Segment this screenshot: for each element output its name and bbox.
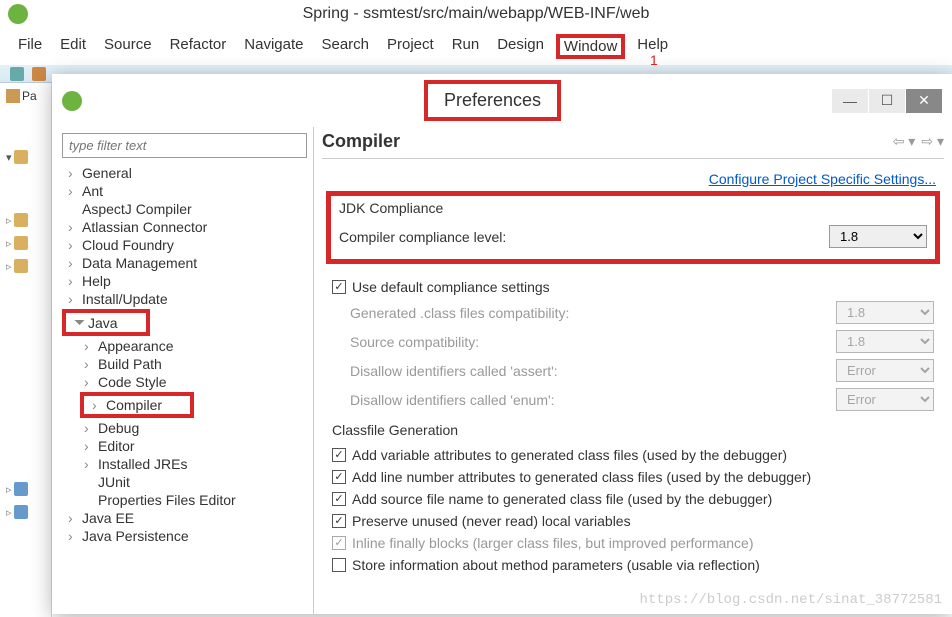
window-controls: — ☐ ✕ xyxy=(831,89,942,113)
menu-design[interactable]: Design xyxy=(491,34,550,59)
gen-class-combo: 1.8 xyxy=(836,301,934,324)
main-title-bar: Spring - ssmtest/src/main/webapp/WEB-INF… xyxy=(0,0,952,28)
menu-window[interactable]: Window xyxy=(556,34,625,59)
folder-icon xyxy=(14,150,28,164)
tree-editor[interactable]: ›Editor xyxy=(56,437,309,455)
jdk-group-label: JDK Compliance xyxy=(339,200,927,216)
package-icon xyxy=(6,89,20,103)
disallow-assert-combo: Error xyxy=(836,359,934,382)
cb-line-num-label: Add line number attributes to generated … xyxy=(352,469,934,485)
tree-help[interactable]: ›Help xyxy=(56,272,309,290)
folder-icon xyxy=(14,505,28,519)
forward-arrow-icon[interactable]: ⇨ ▾ xyxy=(921,133,944,150)
tree-build[interactable]: ›Build Path xyxy=(56,355,309,373)
compliance-combo[interactable]: 1.8 xyxy=(829,225,927,248)
menu-run[interactable]: Run xyxy=(446,34,486,59)
toolbar-icon[interactable] xyxy=(10,67,24,81)
tree-aspectj[interactable]: AspectJ Compiler xyxy=(56,200,309,218)
menu-project[interactable]: Project xyxy=(381,34,440,59)
cb-line-num[interactable] xyxy=(332,470,346,484)
compliance-label: Compiler compliance level: xyxy=(339,229,829,245)
cb-var-attrs[interactable] xyxy=(332,448,346,462)
source-compat-label: Source compatibility: xyxy=(332,334,836,350)
tree-junit[interactable]: JUnit xyxy=(56,473,309,491)
folder-icon xyxy=(14,259,28,273)
tree-javaee[interactable]: ›Java EE xyxy=(56,509,309,527)
tree-debug[interactable]: ›Debug xyxy=(56,419,309,437)
cb-preserve-unused[interactable] xyxy=(332,514,346,528)
classfile-group-label: Classfile Generation xyxy=(332,422,934,438)
package-explorer-tab[interactable]: Pa xyxy=(4,87,47,105)
toolbar-icon[interactable] xyxy=(32,67,46,81)
cb-method-params-label: Store information about method parameter… xyxy=(352,557,934,573)
tree-cloud[interactable]: ›Cloud Foundry xyxy=(56,236,309,254)
preferences-title: Preferences xyxy=(444,90,541,110)
preferences-tree: ›General ›Ant AspectJ Compiler ›Atlassia… xyxy=(52,127,314,614)
disallow-assert-label: Disallow identifiers called 'assert': xyxy=(332,363,836,379)
menu-refactor[interactable]: Refactor xyxy=(164,34,233,59)
cb-inline-label: Inline finally blocks (larger class file… xyxy=(352,535,934,551)
package-explorer-strip: Pa xyxy=(0,83,52,617)
use-default-label: Use default compliance settings xyxy=(352,279,934,295)
content-heading: Compiler xyxy=(322,131,400,152)
use-default-checkbox[interactable] xyxy=(332,280,346,294)
tree-javapersistence[interactable]: ›Java Persistence xyxy=(56,527,309,545)
maximize-button[interactable]: ☐ xyxy=(869,89,905,113)
filter-input[interactable] xyxy=(62,133,307,158)
tree-jres[interactable]: ›Installed JREs xyxy=(56,455,309,473)
tree-java[interactable]: ⏷Java xyxy=(66,313,118,332)
chevron-right-icon[interactable] xyxy=(6,235,12,250)
tree-ant[interactable]: ›Ant xyxy=(56,182,309,200)
menu-search[interactable]: Search xyxy=(315,34,375,59)
jdk-compliance-group: JDK Compliance Compiler compliance level… xyxy=(326,191,940,264)
cb-inline-finally xyxy=(332,536,346,550)
chevron-right-icon[interactable] xyxy=(6,481,12,496)
source-compat-combo: 1.8 xyxy=(836,330,934,353)
tree-compiler[interactable]: ›Compiler xyxy=(84,396,162,414)
cb-preserve-label: Preserve unused (never read) local varia… xyxy=(352,513,934,529)
tree-install[interactable]: ›Install/Update xyxy=(56,290,309,308)
chevron-down-icon[interactable] xyxy=(6,149,12,164)
main-window-title: Spring - ssmtest/src/main/webapp/WEB-INF… xyxy=(303,5,650,23)
cb-source-file-label: Add source file name to generated class … xyxy=(352,491,934,507)
menu-edit[interactable]: Edit xyxy=(54,34,92,59)
tree-codestyle[interactable]: ›Code Style xyxy=(56,373,309,391)
folder-icon xyxy=(14,482,28,496)
back-arrow-icon[interactable]: ⇦ ▾ xyxy=(893,133,916,150)
preferences-content: Compiler ⇦ ▾ ⇨ ▾ Configure Project Speci… xyxy=(314,127,952,614)
package-label: Pa xyxy=(22,89,37,103)
tree-general[interactable]: ›General xyxy=(56,164,309,182)
configure-project-link[interactable]: Configure Project Specific Settings... xyxy=(322,159,944,191)
chevron-right-icon[interactable] xyxy=(6,212,12,227)
menu-navigate[interactable]: Navigate xyxy=(238,34,309,59)
disallow-enum-label: Disallow identifiers called 'enum': xyxy=(332,392,836,408)
folder-icon xyxy=(14,236,28,250)
tree-appearance[interactable]: ›Appearance xyxy=(56,337,309,355)
disallow-enum-combo: Error xyxy=(836,388,934,411)
menu-source[interactable]: Source xyxy=(98,34,158,59)
spring-icon xyxy=(62,91,82,111)
chevron-right-icon[interactable] xyxy=(6,504,12,519)
gen-class-label: Generated .class files compatibility: xyxy=(332,305,836,321)
cb-source-file[interactable] xyxy=(332,492,346,506)
cb-method-params[interactable] xyxy=(332,558,346,572)
watermark-text: https://blog.csdn.net/sinat_38772581 xyxy=(640,592,942,608)
spring-icon xyxy=(8,4,28,24)
minimize-button[interactable]: — xyxy=(832,89,868,113)
menu-bar: File Edit Source Refactor Navigate Searc… xyxy=(0,28,952,65)
chevron-right-icon[interactable] xyxy=(6,258,12,273)
tree-propfiles[interactable]: Properties Files Editor xyxy=(56,491,309,509)
tree-atlassian[interactable]: ›Atlassian Connector xyxy=(56,218,309,236)
nav-arrows: ⇦ ▾ ⇨ ▾ xyxy=(893,133,944,150)
cb-var-attrs-label: Add variable attributes to generated cla… xyxy=(352,447,934,463)
folder-icon xyxy=(14,213,28,227)
tree-data[interactable]: ›Data Management xyxy=(56,254,309,272)
preferences-dialog: Preferences — ☐ ✕ ›General ›Ant AspectJ … xyxy=(52,74,952,614)
preferences-titlebar: Preferences — ☐ ✕ xyxy=(52,74,952,127)
menu-file[interactable]: File xyxy=(12,34,48,59)
close-button[interactable]: ✕ xyxy=(906,89,942,113)
